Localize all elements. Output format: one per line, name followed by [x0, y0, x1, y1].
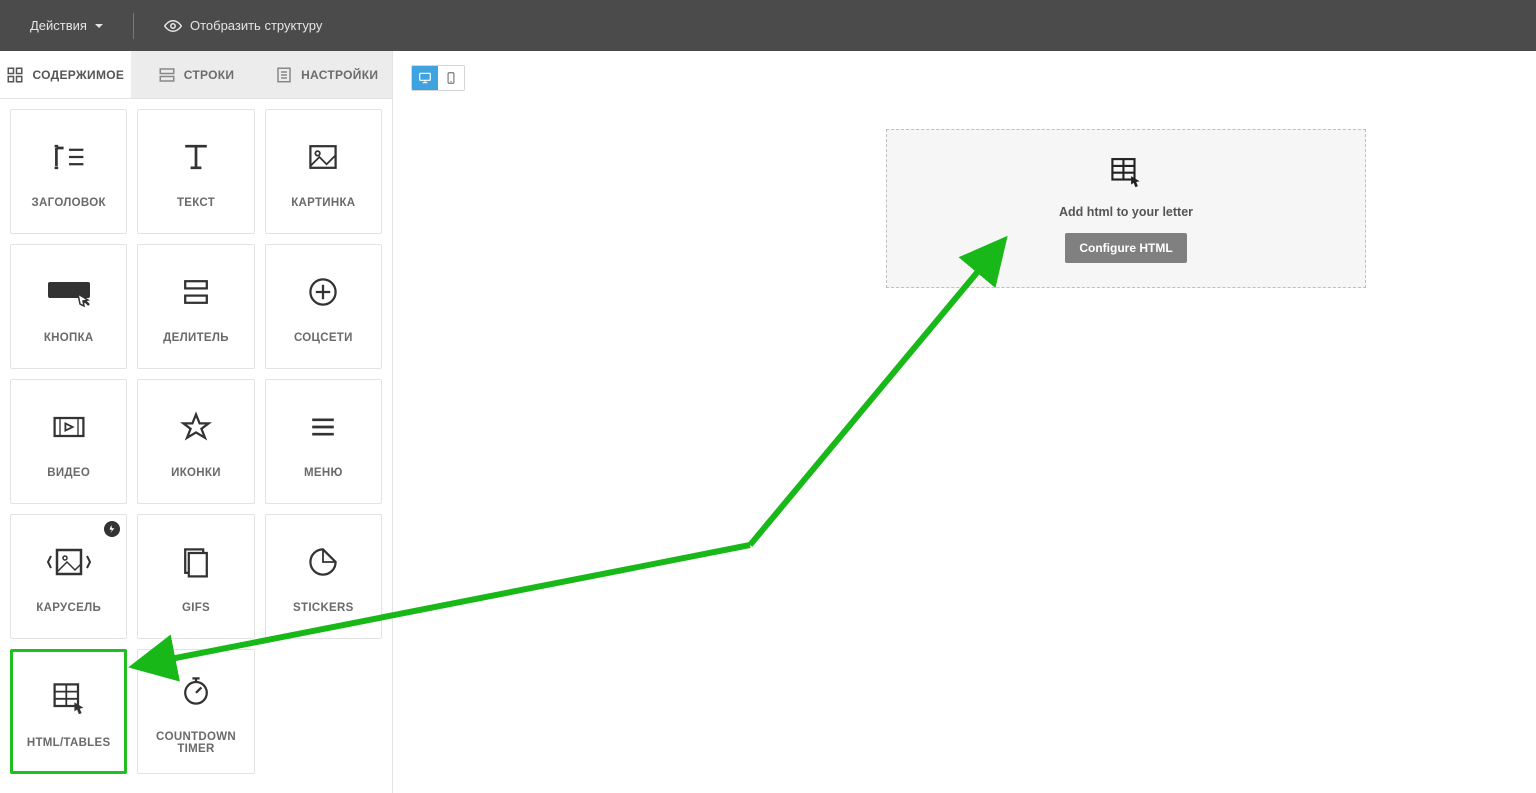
block-gifs[interactable]: GIFS — [137, 514, 254, 639]
amp-badge — [104, 521, 120, 537]
html-block-icon — [1109, 154, 1143, 191]
main-layout: СОДЕРЖИМОЕ СТРОКИ НАСТРОЙКИ ЗАГОЛОВ — [0, 51, 1536, 793]
device-desktop-button[interactable] — [412, 66, 438, 90]
image-icon — [305, 135, 341, 179]
tab-settings[interactable]: НАСТРОЙКИ — [261, 51, 392, 98]
block-label: COUNTDOWN TIMER — [142, 731, 249, 755]
block-label: КАРУСЕЛЬ — [36, 602, 101, 614]
block-countdown-timer[interactable]: COUNTDOWN TIMER — [137, 649, 254, 774]
block-label: СОЦСЕТИ — [294, 332, 353, 344]
grid-icon — [6, 66, 24, 84]
sidebar: СОДЕРЖИМОЕ СТРОКИ НАСТРОЙКИ ЗАГОЛОВ — [0, 51, 393, 793]
tab-content[interactable]: СОДЕРЖИМОЕ — [0, 51, 131, 98]
blocks-grid: ЗАГОЛОВОК ТЕКСТ КАРТИНКА КНОПКА — [0, 99, 392, 784]
block-menu[interactable]: МЕНЮ — [265, 379, 382, 504]
text-icon — [178, 135, 214, 179]
device-toggle — [411, 65, 465, 91]
tab-settings-label: НАСТРОЙКИ — [301, 68, 378, 82]
block-social[interactable]: СОЦСЕТИ — [265, 244, 382, 369]
block-divider[interactable]: ДЕЛИТЕЛЬ — [137, 244, 254, 369]
desktop-icon — [418, 71, 432, 85]
block-label: ВИДЕО — [47, 467, 90, 479]
chevron-down-icon — [95, 24, 103, 28]
gifs-icon — [178, 540, 214, 584]
menu-icon — [305, 405, 341, 449]
block-label: GIFS — [182, 602, 210, 614]
sidebar-tabs: СОДЕРЖИМОЕ СТРОКИ НАСТРОЙКИ — [0, 51, 392, 99]
block-text[interactable]: ТЕКСТ — [137, 109, 254, 234]
block-stickers[interactable]: STICKERS — [265, 514, 382, 639]
tab-rows[interactable]: СТРОКИ — [131, 51, 262, 98]
actions-dropdown[interactable]: Действия — [20, 12, 113, 39]
tab-content-label: СОДЕРЖИМОЕ — [32, 68, 124, 82]
video-icon — [51, 405, 87, 449]
dropzone-text: Add html to your letter — [1059, 205, 1193, 219]
block-heading[interactable]: ЗАГОЛОВОК — [10, 109, 127, 234]
rows-icon — [158, 66, 176, 84]
block-label: STICKERS — [293, 602, 354, 614]
carousel-icon — [47, 540, 91, 584]
button-icon — [44, 270, 94, 314]
heading-icon — [51, 135, 87, 179]
content-area: Add html to your letter Configure HTML — [393, 51, 1536, 793]
block-label: ИКОНКИ — [171, 467, 221, 479]
block-label: КАРТИНКА — [291, 197, 355, 209]
block-label: HTML/TABLES — [27, 737, 111, 749]
block-label: ЗАГОЛОВОК — [32, 197, 106, 209]
settings-icon — [275, 66, 293, 84]
mobile-icon — [444, 71, 458, 85]
star-icon — [178, 405, 214, 449]
block-carousel[interactable]: КАРУСЕЛЬ — [10, 514, 127, 639]
block-label: ТЕКСТ — [177, 197, 215, 209]
device-mobile-button[interactable] — [438, 66, 464, 90]
actions-label: Действия — [30, 18, 87, 33]
block-label: ДЕЛИТЕЛЬ — [163, 332, 229, 344]
configure-html-button[interactable]: Configure HTML — [1065, 233, 1186, 263]
topbar-separator — [133, 13, 134, 39]
block-video[interactable]: ВИДЕО — [10, 379, 127, 504]
show-structure-label: Отобразить структуру — [190, 18, 322, 33]
countdown-icon — [178, 669, 214, 713]
html-dropzone[interactable]: Add html to your letter Configure HTML — [886, 129, 1366, 288]
show-structure-button[interactable]: Отобразить структуру — [154, 11, 332, 41]
stickers-icon — [305, 540, 341, 584]
divider-icon — [178, 270, 214, 314]
block-button[interactable]: КНОПКА — [10, 244, 127, 369]
block-html-tables[interactable]: HTML/TABLES — [10, 649, 127, 774]
tab-rows-label: СТРОКИ — [184, 68, 235, 82]
social-icon — [305, 270, 341, 314]
block-image[interactable]: КАРТИНКА — [265, 109, 382, 234]
block-label: МЕНЮ — [304, 467, 343, 479]
block-icons[interactable]: ИКОНКИ — [137, 379, 254, 504]
block-label: КНОПКА — [44, 332, 94, 344]
html-tables-icon — [51, 675, 87, 719]
eye-icon — [164, 17, 182, 35]
topbar: Действия Отобразить структуру — [0, 0, 1536, 51]
